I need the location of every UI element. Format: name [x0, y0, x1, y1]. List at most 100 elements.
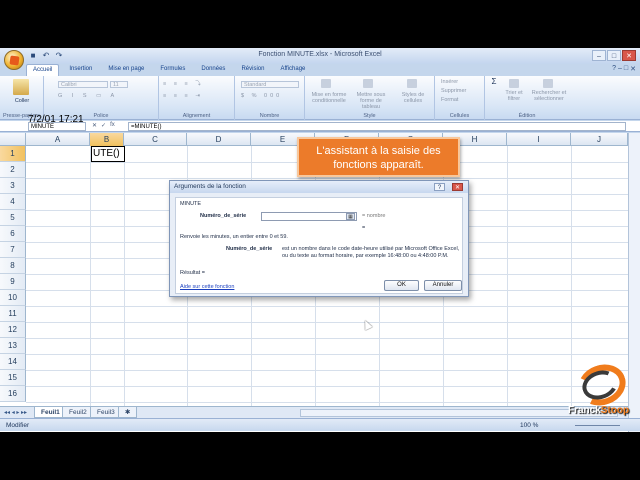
row-header[interactable]: 5 [0, 210, 26, 226]
wb-restore-icon[interactable]: □ [624, 65, 628, 73]
workbook-controls: ? – □ ✕ [612, 65, 636, 73]
row-header[interactable]: 9 [0, 274, 26, 290]
brand-logo: FranckStoop [568, 357, 634, 425]
col-header-j[interactable]: J [571, 133, 628, 146]
tab-insertion[interactable]: Insertion [63, 64, 98, 76]
align-top-buttons[interactable]: ≡ ≡ ≡ ⤵ [163, 81, 231, 87]
number-label: Nombre [259, 113, 280, 119]
row-header[interactable]: 14 [0, 354, 26, 370]
row-gridline [26, 370, 628, 371]
autosum-icon[interactable]: Σ [487, 78, 501, 86]
row-header[interactable]: 10 [0, 290, 26, 306]
row-header[interactable]: 13 [0, 338, 26, 354]
delete-button[interactable]: Supprimer [441, 88, 483, 94]
arg-label: Numéro_de_série [200, 213, 247, 219]
office-button[interactable] [4, 50, 24, 70]
ok-button[interactable]: OK [384, 280, 419, 291]
wb-close-icon[interactable]: ✕ [630, 65, 636, 73]
row-header[interactable]: 8 [0, 258, 26, 274]
help-icon[interactable]: ? [612, 65, 616, 73]
row-gridline [26, 178, 628, 179]
row-header[interactable]: 12 [0, 322, 26, 338]
ribbon-tabs: Accueil Insertion Mise en page Formules … [26, 64, 311, 76]
tab-donnees[interactable]: Données [195, 64, 231, 76]
insert-button[interactable]: Insérer [441, 79, 483, 85]
group-style: Mise en forme conditionnelle Mettre sous… [305, 76, 435, 120]
cell-a1[interactable]: 7/2/01 17:21 [28, 114, 84, 125]
col-header-i[interactable]: I [507, 133, 571, 146]
formula-input[interactable]: =MINUTE() [128, 122, 626, 131]
alignment-label: Alignement [182, 113, 211, 119]
cond-format-button[interactable]: Mise en forme conditionnelle [309, 92, 349, 104]
cell-b1-active[interactable]: UTE() [91, 146, 125, 162]
col-header-b[interactable]: B [90, 133, 124, 146]
tab-revision[interactable]: Révision [235, 64, 270, 76]
row-header[interactable]: 7 [0, 242, 26, 258]
minimize-button[interactable]: – [592, 50, 606, 61]
row-header[interactable]: 15 [0, 370, 26, 386]
cell-styles-button[interactable]: Styles de cellules [393, 92, 433, 104]
zoom-level[interactable]: 100 % [520, 422, 538, 429]
help-link[interactable]: Aide sur cette fonction [180, 284, 234, 290]
range-picker-icon[interactable]: ▦ [346, 213, 355, 220]
find-select-button[interactable]: Rechercher et sélectionner [531, 90, 567, 102]
formula-buttons: ✕ ✓ fx [92, 122, 115, 129]
font-format-buttons[interactable]: G I S ▭ A [58, 93, 138, 99]
result-equals: = [362, 225, 366, 231]
col-header-a[interactable]: A [26, 133, 90, 146]
insert-function-button[interactable]: fx [110, 122, 115, 129]
status-bar: Modifier 100 % [0, 418, 640, 431]
cells-label: Cellules [449, 113, 470, 119]
row-gridline [26, 338, 628, 339]
zoom-slider[interactable] [575, 425, 620, 426]
row-header[interactable]: 3 [0, 178, 26, 194]
row-header[interactable]: 2 [0, 162, 26, 178]
row-gridline [26, 386, 628, 387]
group-editing: Σ Trier et filtrer Rechercher et sélecti… [485, 76, 569, 120]
logo-part2: Stoop [600, 405, 630, 416]
arg-input[interactable] [261, 212, 357, 221]
function-name: MINUTE [180, 201, 202, 207]
select-all-corner[interactable] [0, 133, 26, 146]
cancel-icon[interactable]: ✕ [92, 122, 97, 129]
col-header-c[interactable]: C [124, 133, 187, 146]
logo-part1: Franck [568, 405, 601, 416]
font-name-combo[interactable]: Calibri [58, 81, 108, 88]
align-horizontal-buttons[interactable]: ≡ ≡ ≡ ⇥ [163, 93, 231, 99]
window-title: Fonction MINUTE.xlsx - Microsoft Excel [258, 51, 382, 58]
sort-filter-button[interactable]: Trier et filtrer [499, 90, 529, 102]
paste-button[interactable]: Coller [2, 98, 42, 104]
row-header[interactable]: 1 [0, 146, 26, 162]
maximize-button[interactable]: □ [607, 50, 621, 61]
find-select-icon [543, 79, 553, 88]
dialog-close-button[interactable]: ✕ [452, 183, 463, 191]
table-format-icon [363, 79, 373, 88]
row-header[interactable]: 6 [0, 226, 26, 242]
tab-affichage[interactable]: Affichage [274, 64, 311, 76]
tab-formules[interactable]: Formules [154, 64, 191, 76]
number-format-combo[interactable]: Standard [241, 81, 299, 88]
sheet-tab-feuil3[interactable]: Feuil3 [90, 407, 122, 418]
row-header[interactable]: 4 [0, 194, 26, 210]
number-format-buttons[interactable]: $ % 000 [241, 93, 301, 99]
col-header-d[interactable]: D [187, 133, 251, 146]
tab-accueil[interactable]: Accueil [26, 64, 60, 76]
new-sheet-icon[interactable]: ✱ [118, 407, 138, 418]
cancel-button[interactable]: Annuler [424, 280, 462, 291]
sheet-tab-feuil2[interactable]: Feuil2 [62, 407, 94, 418]
dialog-help-button[interactable]: ? [434, 183, 445, 191]
close-button[interactable]: ✕ [622, 50, 636, 61]
tab-mise-en-page[interactable]: Mise en page [102, 64, 150, 76]
sheet-nav-icons[interactable]: ◂◂ ◂ ▸ ▸▸ [4, 409, 27, 416]
logo-text: FranckStoop [568, 405, 629, 416]
wb-minimize-icon[interactable]: – [618, 65, 622, 73]
cond-format-icon [321, 79, 331, 88]
format-button[interactable]: Format [441, 97, 483, 103]
row-header[interactable]: 11 [0, 306, 26, 322]
font-size-combo[interactable]: 11 [110, 81, 128, 88]
arg-result: = nombre [362, 213, 386, 219]
table-format-button[interactable]: Mettre sous forme de tableau [351, 92, 391, 110]
row-header[interactable]: 16 [0, 386, 26, 402]
paste-icon[interactable] [13, 79, 29, 95]
enter-icon[interactable]: ✓ [101, 122, 106, 129]
